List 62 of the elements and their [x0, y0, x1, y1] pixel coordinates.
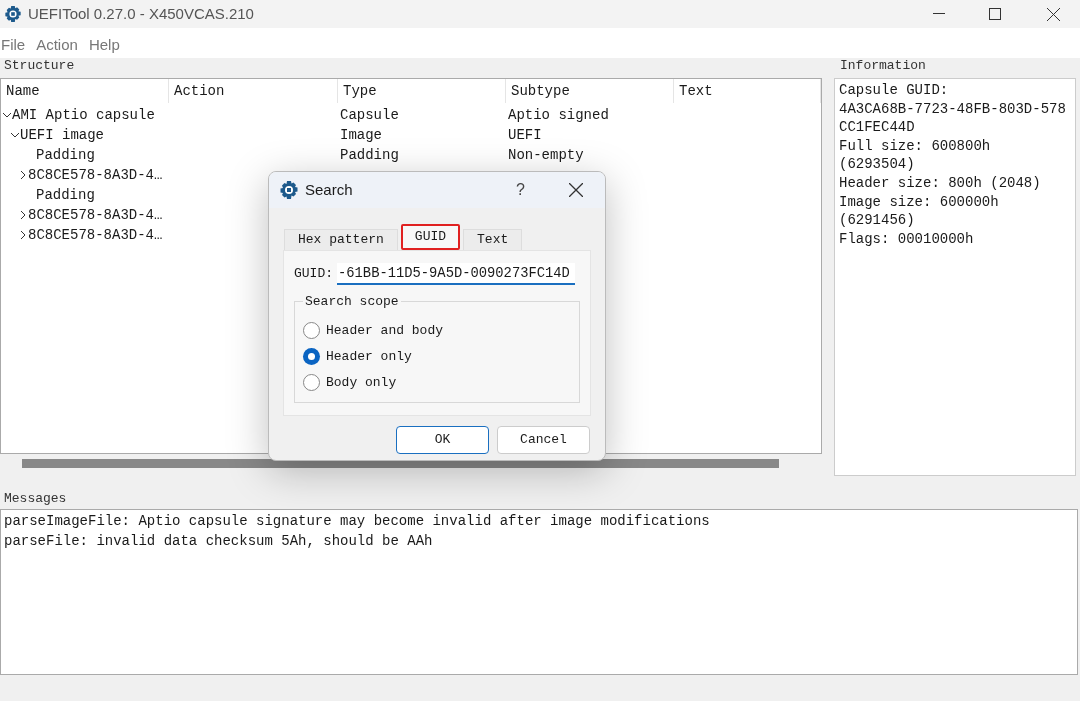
radio-button[interactable] — [303, 348, 320, 365]
column-header[interactable]: Name — [1, 80, 40, 102]
close-icon[interactable] — [1047, 7, 1060, 21]
tree-item-type: Capsule — [340, 106, 399, 123]
maximize-icon[interactable] — [989, 8, 1001, 20]
tab[interactable]: Text — [463, 229, 523, 250]
info-line: Header size: 800h (2048) — [839, 173, 1042, 193]
menu-item[interactable]: Help — [88, 33, 120, 57]
tree-item-name[interactable]: AMI Aptio capsule — [12, 104, 155, 126]
window-title: UEFITool 0.27.0 - X450VCAS.210 — [28, 3, 254, 24]
tree-item-type: Padding — [340, 146, 399, 163]
collapsed-caret-icon[interactable] — [19, 211, 27, 219]
tab[interactable]: Hex pattern — [284, 229, 398, 250]
message-line: parseImageFile: Aptio capsule signature may become invalid after image modifications — [4, 512, 711, 531]
info-line: Capsule GUID: — [839, 81, 950, 100]
radio-button[interactable] — [303, 374, 320, 391]
tree-item-name[interactable]: Padding — [28, 144, 95, 166]
info-line: Image size: 600000h — [839, 192, 1000, 212]
info-line: (6293504) — [839, 155, 916, 174]
group-title: Messages — [3, 490, 68, 508]
tree-item-subtype: Aptio signed — [508, 106, 609, 123]
tree-item-name[interactable]: 8C8CE578-8A3D-4… — [28, 164, 163, 186]
minimize-icon[interactable] — [933, 13, 945, 15]
tree-item-subtype: Non-empty — [508, 146, 584, 163]
info-line: CC1FEC44D — [839, 118, 916, 137]
guid-label: GUID: — [294, 265, 333, 284]
collapsed-caret-icon[interactable] — [19, 171, 27, 179]
gear-logo-icon — [279, 180, 299, 200]
group-title: Structure — [3, 58, 76, 75]
radio-label: Header and body — [326, 321, 444, 340]
guid-input-field[interactable]: -61BB-11D5-9A5D-0090273FC14D — [337, 263, 575, 285]
radio-button[interactable] — [303, 322, 320, 339]
expanded-caret-icon[interactable] — [3, 111, 11, 119]
dialog-button[interactable]: OK — [396, 426, 489, 454]
group-title: Information — [839, 58, 927, 75]
tree-item-name[interactable]: UEFI image — [20, 124, 104, 146]
column-header[interactable]: Text — [674, 80, 713, 102]
expanded-caret-icon[interactable] — [11, 131, 19, 139]
column-header[interactable]: Action — [169, 80, 225, 102]
radio-label: Header only — [326, 347, 412, 366]
gear-logo-icon — [4, 5, 22, 23]
message-line: parseFile: invalid data checksum 5Ah, should be AAh — [4, 532, 434, 551]
collapsed-caret-icon[interactable] — [19, 231, 27, 239]
dialog-title: Search — [305, 179, 353, 200]
radio-label: Body only — [326, 373, 397, 392]
help-button[interactable]: ? — [516, 178, 525, 202]
tree-item-name[interactable]: Padding — [28, 184, 95, 206]
tree-item-name[interactable]: 8C8CE578-8A3D-4… — [28, 224, 163, 246]
menu-item[interactable]: File — [1, 33, 26, 57]
dialog-button[interactable]: Cancel — [497, 426, 590, 454]
tree-item-name[interactable]: 8C8CE578-8A3D-4… — [28, 204, 163, 226]
tree-item-subtype: UEFI — [508, 126, 542, 143]
column-header[interactable]: Type — [338, 80, 377, 102]
column-header[interactable]: Subtype — [506, 80, 570, 102]
menu-item[interactable]: Action — [36, 33, 78, 57]
close-icon[interactable] — [569, 183, 583, 197]
tab[interactable]: GUID — [400, 224, 461, 250]
info-line: Full size: 600800h — [839, 136, 992, 156]
tree-item-type: Image — [340, 126, 382, 143]
info-line: 4A3CA68B-7723-48FB-803D-578 — [839, 99, 1067, 119]
info-line: (6291456) — [839, 211, 916, 230]
info-line: Flags: 00010000h — [839, 229, 975, 249]
